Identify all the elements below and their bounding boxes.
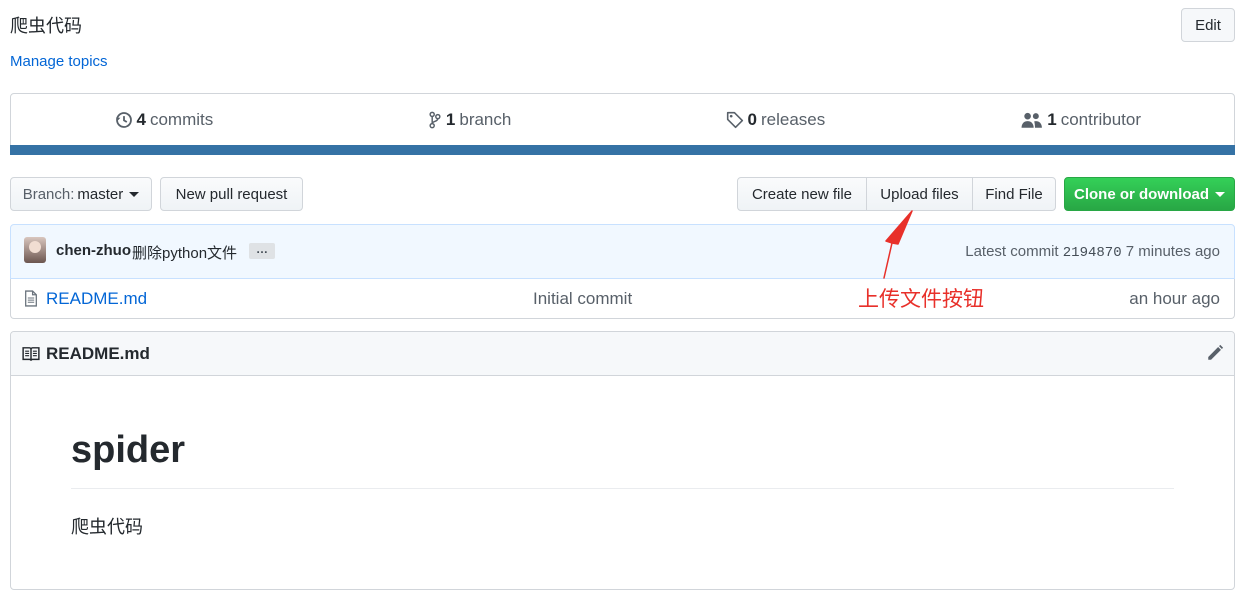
clone-or-download-button[interactable]: Clone or download [1064, 177, 1235, 211]
readme-panel: README.md spider 爬虫代码 [10, 331, 1235, 590]
file-commit-message-link[interactable]: Initial commit [533, 289, 632, 309]
branches-link[interactable]: 1 branch [317, 94, 623, 146]
new-pull-request-button[interactable]: New pull request [160, 177, 303, 211]
readme-header: README.md [11, 332, 1234, 376]
git-branch-icon [429, 111, 441, 129]
create-new-file-button[interactable]: Create new file [737, 177, 867, 211]
branch-select-button[interactable]: Branch: master [10, 177, 152, 211]
table-row: README.md Initial commit an hour ago [10, 279, 1235, 319]
upload-files-button[interactable]: Upload files [866, 177, 973, 211]
commit-age: 7 minutes ago [1125, 243, 1220, 260]
branch-name: master [77, 185, 124, 203]
book-icon [22, 347, 40, 361]
branch-prefix: Branch: [22, 185, 75, 203]
edit-description-button[interactable]: Edit [1181, 8, 1235, 42]
releases-label: releases [760, 110, 826, 129]
manage-topics-link[interactable]: Manage topics [10, 53, 108, 70]
file-commit-age: an hour ago [1129, 289, 1220, 308]
clone-label: Clone or download [1074, 185, 1209, 203]
file-name-link[interactable]: README.md [46, 289, 147, 309]
contributors-link[interactable]: 1 contributor [928, 94, 1234, 146]
readme-title: README.md [46, 344, 150, 363]
commits-count: 4 [136, 110, 146, 129]
commits-label: commits [149, 110, 214, 129]
repo-description: 爬虫代码 [10, 16, 82, 36]
dropdown-caret-icon [129, 191, 140, 197]
annotation-label: 上传文件按钮 [858, 287, 984, 311]
tag-icon [726, 111, 743, 129]
readme-heading: spider [71, 429, 186, 471]
file-icon [25, 290, 37, 307]
commit-author-link[interactable]: chen-zhuo [56, 242, 131, 259]
heading-divider [71, 488, 1174, 489]
language-bar [10, 145, 1235, 155]
contributor-label: contributor [1060, 110, 1142, 129]
commit-message-link[interactable]: 删除python文件 [132, 242, 237, 263]
latest-commit-prefix: Latest commit [965, 243, 1059, 260]
commit-sha-link[interactable]: 2194870 [1063, 245, 1122, 261]
expand-commit-button[interactable]: … [249, 243, 275, 259]
releases-link[interactable]: 0 releases [623, 94, 929, 146]
contributor-count: 1 [1047, 110, 1057, 129]
releases-count: 0 [747, 110, 757, 129]
latest-commit-bar: chen-zhuo 删除python文件 … Latest commit 219… [10, 224, 1235, 279]
history-icon [115, 112, 132, 128]
author-avatar[interactable] [24, 237, 46, 263]
branch-count: 1 [445, 110, 456, 129]
pencil-icon[interactable] [1206, 344, 1224, 362]
find-file-button[interactable]: Find File [972, 177, 1056, 211]
branch-label: branch [459, 110, 512, 129]
dropdown-caret-icon [1215, 191, 1225, 197]
people-icon [1021, 112, 1043, 128]
latest-commit-info: Latest commit 2194870 7 minutes ago [965, 243, 1220, 261]
commits-link[interactable]: 4 commits [11, 94, 317, 146]
readme-body-text: 爬虫代码 [71, 517, 143, 537]
